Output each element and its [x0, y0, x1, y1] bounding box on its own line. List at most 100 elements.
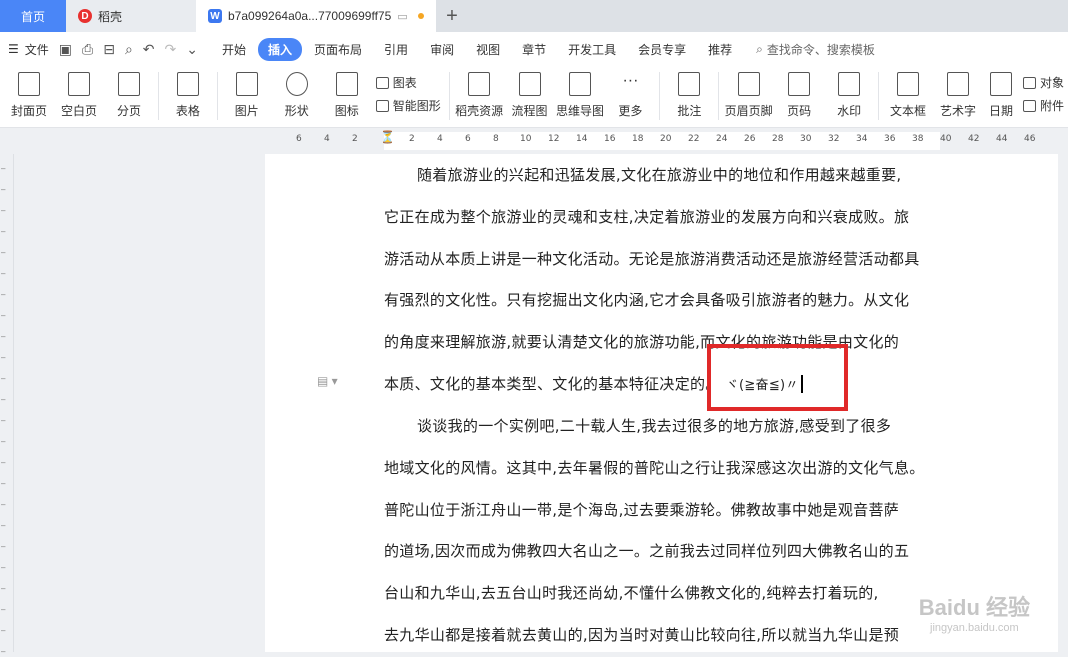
file-menu[interactable]: ☰ 文件: [8, 41, 49, 58]
blank-page-button[interactable]: 空白页: [54, 72, 104, 119]
tab-home[interactable]: 首页: [0, 0, 66, 32]
ruler-tick: 20: [660, 134, 672, 144]
menu-start[interactable]: 开始: [212, 38, 256, 61]
menu-view[interactable]: 视图: [466, 38, 510, 61]
ruler-tick: 44: [996, 134, 1008, 144]
docer-resources-icon: [468, 72, 491, 96]
vertical-ruler-tick: –: [1, 206, 6, 215]
vertical-ruler-tick: –: [1, 248, 6, 257]
chart-icon: [375, 76, 389, 89]
comment-icon: [678, 72, 701, 96]
menu-review[interactable]: 审阅: [420, 38, 464, 61]
ruler-tick: 36: [884, 134, 896, 144]
chevron-down-icon[interactable]: ⌄: [186, 41, 198, 58]
ruler-tick: 38: [912, 134, 924, 144]
wordart-button[interactable]: 艺术字: [933, 72, 983, 119]
ruler-tick: 6: [465, 134, 471, 144]
picture-icon: [235, 72, 258, 96]
ruler-tick: 4: [324, 134, 330, 144]
ruler-tick: 42: [968, 134, 980, 144]
more-icon: ···: [622, 72, 639, 89]
vertical-ruler[interactable]: – – – – – – – – – – – – – – – – – – – – – – – –: [0, 154, 14, 656]
text-line: 它正在成为整个旅游业的灵魂和支柱,决定着旅游业的发展方向和兴衰成败。旅: [384, 207, 910, 226]
menu-recommend[interactable]: 推荐: [698, 38, 742, 61]
header-footer-button[interactable]: 页眉页脚: [723, 72, 774, 119]
ruler-tick: 22: [688, 134, 700, 144]
text-line: 有强烈的文化性。只有挖掘出文化内涵,它才会具备吸引旅游者的魅力。从文化: [384, 291, 910, 310]
mindmap-button[interactable]: 思维导图: [555, 72, 606, 119]
vertical-ruler-tick: –: [1, 563, 6, 572]
docer-resources-button[interactable]: 稻壳资源: [454, 72, 505, 119]
menu-developer[interactable]: 开发工具: [558, 38, 626, 61]
attachment-button[interactable]: 附件: [1022, 97, 1064, 114]
menu-references[interactable]: 引用: [374, 38, 418, 61]
vertical-ruler-tick: –: [1, 269, 6, 278]
text-line: 游活动从本质上讲是一种文化活动。无论是旅游消费活动还是旅游经营活动都具: [384, 249, 920, 268]
menu-section[interactable]: 章节: [512, 38, 556, 61]
textbox-button[interactable]: 文本框: [883, 72, 933, 119]
horizontal-ruler[interactable]: 6 4 2 ⏳ 2 4 6 8 10 12 14 16 18 20 22 24 …: [0, 128, 1068, 154]
monitor-icon: ▭: [397, 10, 408, 23]
ribbon-divider: [718, 72, 720, 120]
date-button[interactable]: 日期: [983, 72, 1019, 119]
undo-icon[interactable]: ↶: [143, 41, 155, 58]
print-icon[interactable]: ⊟: [103, 41, 115, 58]
text-line-content: 本质、文化的基本类型、文化的基本特征决定的。: [384, 374, 721, 393]
save-icon[interactable]: ▣: [59, 41, 72, 58]
ribbon-divider: [878, 72, 879, 120]
ruler-tick: 6: [296, 134, 302, 144]
page-number-button[interactable]: 页码: [774, 72, 824, 119]
tab-bar: 首页 D 稻壳 W b7a099264a0a...77009699ff75 ▭ …: [0, 0, 1068, 32]
insert-ribbon: 封面页 空白页 分页 表格 图片 形状 图标 图表 智能图形 稻壳资源 流程图 …: [0, 66, 1068, 128]
page-break-button[interactable]: 分页: [104, 72, 154, 119]
tab-document[interactable]: W b7a099264a0a...77009699ff75 ▭: [196, 0, 436, 32]
tab-document-label: b7a099264a0a...77009699ff75: [228, 9, 392, 23]
header-footer-icon: [737, 72, 760, 96]
chart-button[interactable]: 图表: [375, 74, 441, 91]
vertical-ruler-tick: –: [1, 479, 6, 488]
command-search[interactable]: ⌕ 查找命令、搜索模板: [756, 41, 875, 58]
redo-icon[interactable]: ↷: [165, 41, 177, 58]
ruler-tick: 40: [940, 134, 952, 144]
shape-button[interactable]: 形状: [272, 72, 322, 119]
ruler-tick: 8: [493, 134, 499, 144]
paragraph-handle-icon[interactable]: ▤ ▾: [317, 374, 338, 388]
ruler-tick: 30: [800, 134, 812, 144]
menu-insert[interactable]: 插入: [258, 37, 303, 61]
text-line: 地域文化的风情。这其中,去年暑假的普陀山之行让我深感这次出游的文化气息。: [384, 458, 925, 477]
ruler-tick: 14: [576, 134, 588, 144]
watermark-button[interactable]: 水印: [824, 72, 874, 119]
print-preview-icon[interactable]: ⌕: [125, 41, 133, 58]
indent-marker-icon[interactable]: ⏳: [380, 130, 395, 144]
smartart-icon: [375, 99, 389, 112]
object-icon: [1022, 76, 1036, 89]
table-button[interactable]: 表格: [163, 72, 213, 119]
cover-page-button[interactable]: 封面页: [4, 72, 54, 119]
unsaved-dot-icon: [417, 13, 424, 19]
more-button[interactable]: ··· 更多: [605, 72, 655, 119]
export-pdf-icon[interactable]: ⎙: [82, 41, 93, 58]
document-page[interactable]: ▤ ▾ 随着旅游业的兴起和迅猛发展,文化在旅游业中的地位和作用越来越重要, 它正…: [265, 154, 1058, 652]
object-group: 对象 附件: [1019, 72, 1068, 116]
icon-button[interactable]: 图标: [322, 72, 372, 119]
new-tab-button[interactable]: +: [436, 0, 468, 32]
picture-button[interactable]: 图片: [222, 72, 272, 119]
vertical-ruler-tick: –: [1, 185, 6, 194]
vertical-ruler-tick: –: [1, 374, 6, 383]
smartart-button[interactable]: 智能图形: [375, 97, 441, 114]
tab-docer[interactable]: D 稻壳: [66, 0, 196, 32]
menu-layout[interactable]: 页面布局: [304, 38, 372, 61]
flowchart-button[interactable]: 流程图: [505, 72, 555, 119]
text-line: 台山和九华山,去五台山时我还尚幼,不懂什么佛教文化的,纯粹去打着玩的,: [384, 584, 879, 603]
paragraph-2: 谈谈我的一个实例吧,二十载人生,我去过很多的地方旅游,感受到了很多 地域文化的风…: [384, 406, 940, 657]
object-button[interactable]: 对象: [1022, 74, 1064, 91]
vertical-ruler-tick: –: [1, 437, 6, 446]
page-number-icon: [788, 72, 811, 96]
ribbon-divider: [659, 72, 661, 120]
comment-button[interactable]: 批注: [664, 72, 714, 119]
text-line: 去九华山都是接着就去黄山的,因为当时对黄山比较向往,所以就当九华山是预: [384, 625, 900, 644]
page-break-icon: [118, 72, 140, 96]
date-icon: [989, 72, 1012, 96]
ruler-tick: 32: [828, 134, 840, 144]
menu-member[interactable]: 会员专享: [628, 38, 696, 61]
